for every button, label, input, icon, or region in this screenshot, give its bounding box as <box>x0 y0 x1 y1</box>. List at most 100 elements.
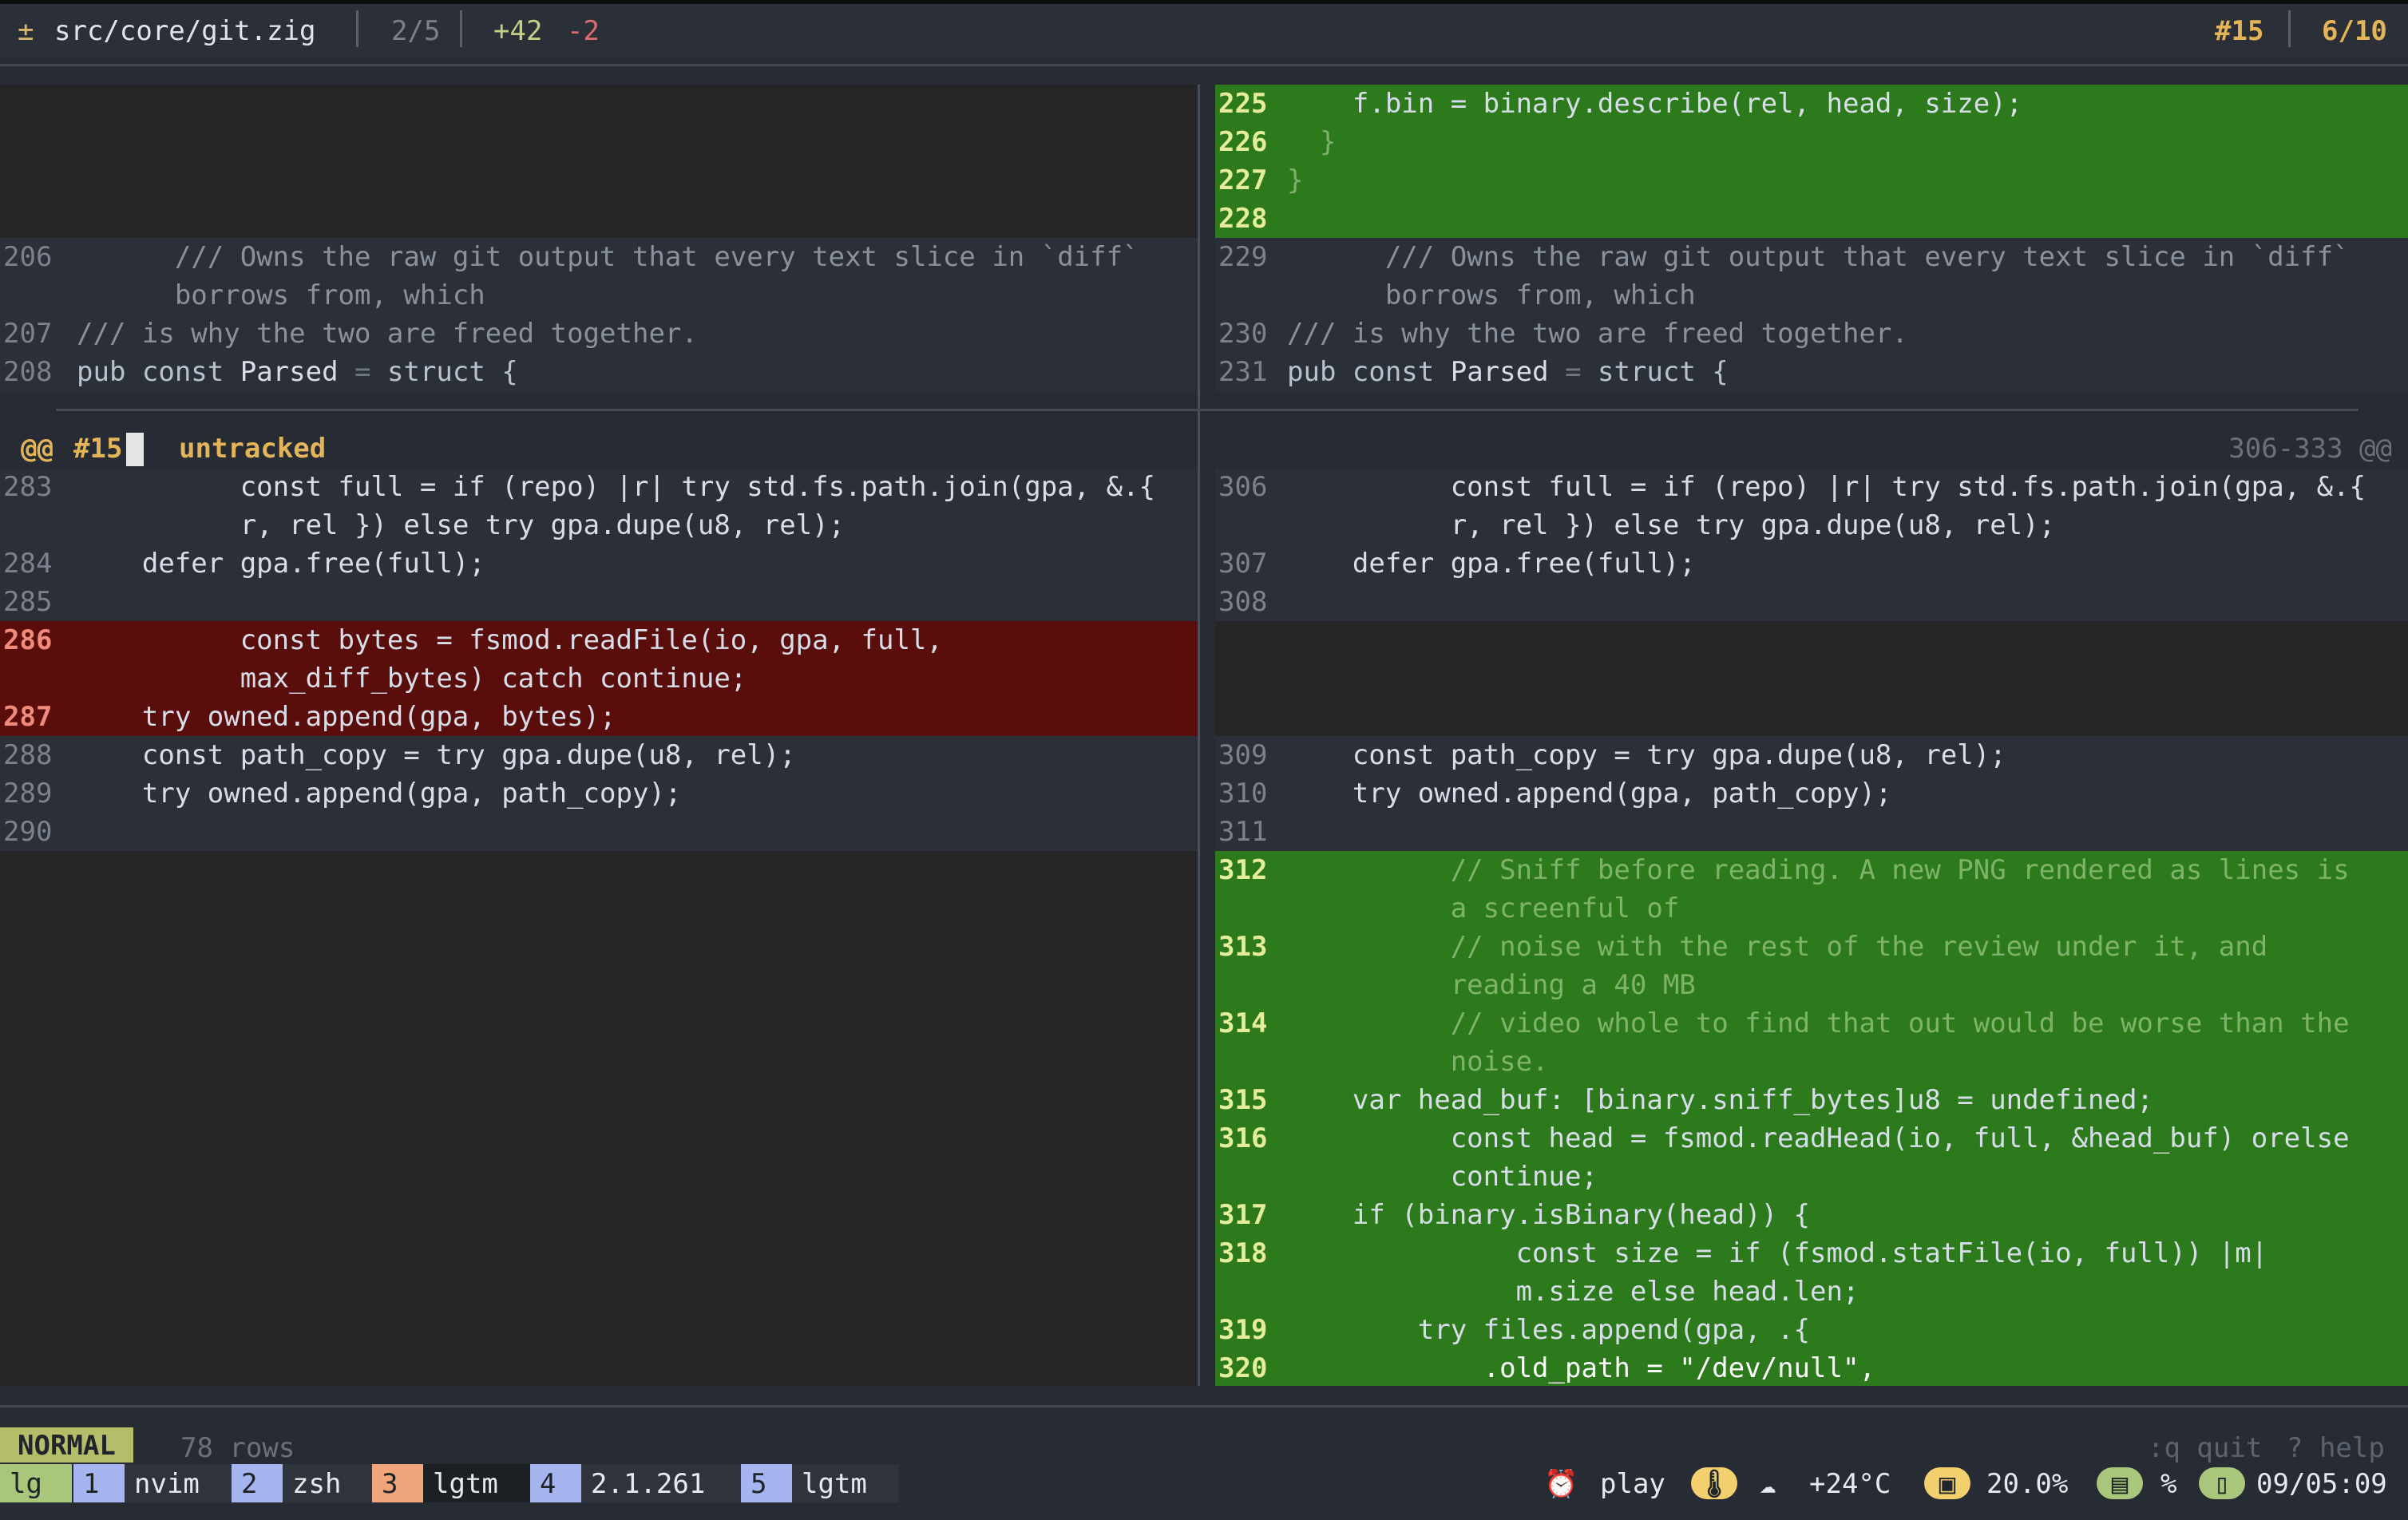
code-text: } <box>1287 164 1304 196</box>
added-line[interactable]: 316 const head = fsmod.readHead(io, full… <box>1215 1119 2408 1196</box>
tmux-window-name[interactable]: nvim <box>125 1464 233 1502</box>
diff-line[interactable]: 208 pub const Parsed = struct { <box>0 353 1198 391</box>
new-file-pane[interactable]: 225 f.bin = binary.describe(rel, head, s… <box>1215 85 2408 1386</box>
line-number: 316 <box>1218 1122 1268 1154</box>
diff-line[interactable]: 283 const full = if (repo) |r| try std.f… <box>0 468 1198 544</box>
diff-line[interactable]: 290 <box>0 813 1198 851</box>
disk-icon: ▤ <box>2097 1467 2143 1500</box>
hunk-header[interactable]: 306-333 @@ <box>1215 429 2408 468</box>
code-line-wrap: reading a 40 MB <box>1384 969 1696 1001</box>
diff-line[interactable]: 284 defer gpa.free(full); <box>0 544 1198 583</box>
added-line[interactable]: 320 .old_path = "/dev/null", <box>1215 1349 2408 1386</box>
line-number: 287 <box>3 701 53 733</box>
line-number: 226 <box>1218 126 1268 158</box>
line-number: 311 <box>1218 816 1268 848</box>
diff-line[interactable]: 308 <box>1215 583 2408 621</box>
line-number: 315 <box>1218 1084 1268 1116</box>
tmux-window-index[interactable]: 4 <box>530 1464 581 1502</box>
alarm-icon: ⏰ <box>1544 1468 1578 1500</box>
added-line[interactable]: 318 const size = if (fsmod.statFile(io, … <box>1215 1234 2408 1311</box>
added-line[interactable]: 312 // Sniff before reading. A new PNG r… <box>1215 851 2408 928</box>
file-path[interactable]: src/core/git.zig <box>54 15 316 47</box>
code-line-wrap: r, rel }) else try gpa.dupe(u8, rel); <box>1384 509 2056 541</box>
removed-line[interactable]: 286 const bytes = fsmod.readFile(io, gpa… <box>0 621 1198 698</box>
tmux-window-index[interactable]: 5 <box>741 1464 792 1502</box>
code-text: try files.append(gpa, .{ <box>1287 1314 1811 1346</box>
file-diff-icon: ± <box>18 15 34 47</box>
diff-line[interactable]: 285 <box>0 583 1198 621</box>
code-text: if (binary.isBinary(head)) { <box>1287 1199 1811 1231</box>
identifier: Parsed <box>240 356 339 388</box>
cloud-icon: ☁ <box>1760 1468 1776 1500</box>
tmux-window-name[interactable]: zsh <box>283 1464 374 1502</box>
added-line[interactable]: 226 } <box>1215 123 2408 161</box>
code-rest: struct { <box>1598 356 1729 388</box>
code-line-wrap: a screenful of <box>1384 893 1680 924</box>
line-number: 313 <box>1218 931 1268 963</box>
quit-hint[interactable]: :q quit <box>2148 1432 2262 1464</box>
diff-line[interactable]: 306 const full = if (repo) |r| try std.f… <box>1215 468 2408 544</box>
line-number: 230 <box>1218 318 1268 350</box>
diff-line[interactable]: 288 const path_copy = try gpa.dupe(u8, r… <box>0 736 1198 774</box>
tmux-window-name[interactable]: 2.1.261 <box>581 1464 741 1502</box>
code-line-wrap: m.size else head.len; <box>1384 1276 1859 1308</box>
removed-line[interactable]: 287 try owned.append(gpa, bytes); <box>0 698 1198 736</box>
added-count: +42 <box>493 15 543 47</box>
diff-line[interactable]: 229 /// Owns the raw git output that eve… <box>1215 238 2408 315</box>
code-line: /// Owns the raw git output that every t… <box>174 241 1139 273</box>
filler-block <box>0 85 1198 238</box>
code-line: // video whole to find that out would be… <box>1384 1007 2350 1039</box>
code-text: .old_path = "/dev/null", <box>1287 1352 1875 1384</box>
added-line[interactable]: 225 f.bin = binary.describe(rel, head, s… <box>1215 85 2408 123</box>
row-count: 78 rows <box>180 1432 295 1464</box>
diff-line[interactable]: 309 const path_copy = try gpa.dupe(u8, r… <box>1215 736 2408 774</box>
status-rule <box>0 1405 2408 1407</box>
code-text: } <box>1287 126 1337 158</box>
diff-line[interactable]: 310 try owned.append(gpa, path_copy); <box>1215 774 2408 813</box>
added-line[interactable]: 313 // noise with the rest of the review… <box>1215 928 2408 1004</box>
line-number: 310 <box>1218 778 1268 809</box>
help-hint[interactable]: ? help <box>2287 1432 2385 1464</box>
tmux-window-index-active[interactable]: 3 <box>372 1464 423 1502</box>
added-line[interactable]: 315 var head_buf: [binary.sniff_bytes]u8… <box>1215 1081 2408 1119</box>
tmux-window-index[interactable]: 1 <box>73 1464 125 1502</box>
added-line[interactable]: 314 // video whole to find that out woul… <box>1215 1004 2408 1081</box>
old-file-pane[interactable]: 206 /// Owns the raw git output that eve… <box>0 85 1198 1386</box>
diff-line[interactable]: 231 pub const Parsed = struct { <box>1215 353 2408 391</box>
added-line[interactable]: 319 try files.append(gpa, .{ <box>1215 1311 2408 1349</box>
tmux-window-name-active[interactable]: lgtm <box>423 1464 530 1502</box>
line-number: 288 <box>3 739 53 771</box>
diff-line[interactable]: 207 /// is why the two are freed togethe… <box>0 315 1198 353</box>
code-text: const path_copy = try gpa.dupe(u8, rel); <box>77 739 796 771</box>
added-line[interactable]: 228 <box>1215 200 2408 238</box>
diff-line[interactable]: 206 /// Owns the raw git output that eve… <box>0 238 1198 315</box>
tmux-session[interactable]: lg <box>0 1464 72 1502</box>
code-text: try owned.append(gpa, bytes); <box>77 701 616 733</box>
hunk-header[interactable]: @@ #15 untracked <box>0 429 1198 468</box>
line-number: 225 <box>1218 88 1268 120</box>
keyword: pub const <box>1287 356 1435 388</box>
diff-line[interactable]: 230 /// is why the two are freed togethe… <box>1215 315 2408 353</box>
tmux-window-index[interactable]: 2 <box>232 1464 283 1502</box>
code-line-wrap: continue; <box>1384 1161 1598 1193</box>
code-line: // Sniff before reading. A new PNG rende… <box>1384 854 2350 886</box>
tmux-window-name[interactable]: lgtm <box>792 1464 899 1502</box>
line-number: 231 <box>1218 356 1268 388</box>
line-number: 207 <box>3 318 53 350</box>
code-line-wrap: max_diff_bytes) catch continue; <box>174 663 747 695</box>
diff-line[interactable]: 289 try owned.append(gpa, path_copy); <box>0 774 1198 813</box>
divider <box>460 10 462 47</box>
hunk-status: untracked <box>179 433 327 465</box>
code-line-wrap: r, rel }) else try gpa.dupe(u8, rel); <box>174 509 846 541</box>
pane-divider[interactable] <box>1198 85 1200 1386</box>
diff-line[interactable]: 311 <box>1215 813 2408 851</box>
line-number: 208 <box>3 356 53 388</box>
code-line: const head = fsmod.readHead(io, full, &h… <box>1384 1122 2350 1154</box>
header-rule <box>0 64 2408 66</box>
added-line[interactable]: 227 } <box>1215 161 2408 200</box>
added-line[interactable]: 317 if (binary.isBinary(head)) { <box>1215 1196 2408 1234</box>
diff-line[interactable]: 307 defer gpa.free(full); <box>1215 544 2408 583</box>
keyword: pub const <box>77 356 224 388</box>
removed-count: -2 <box>567 15 600 47</box>
filler-block <box>0 851 1198 1386</box>
